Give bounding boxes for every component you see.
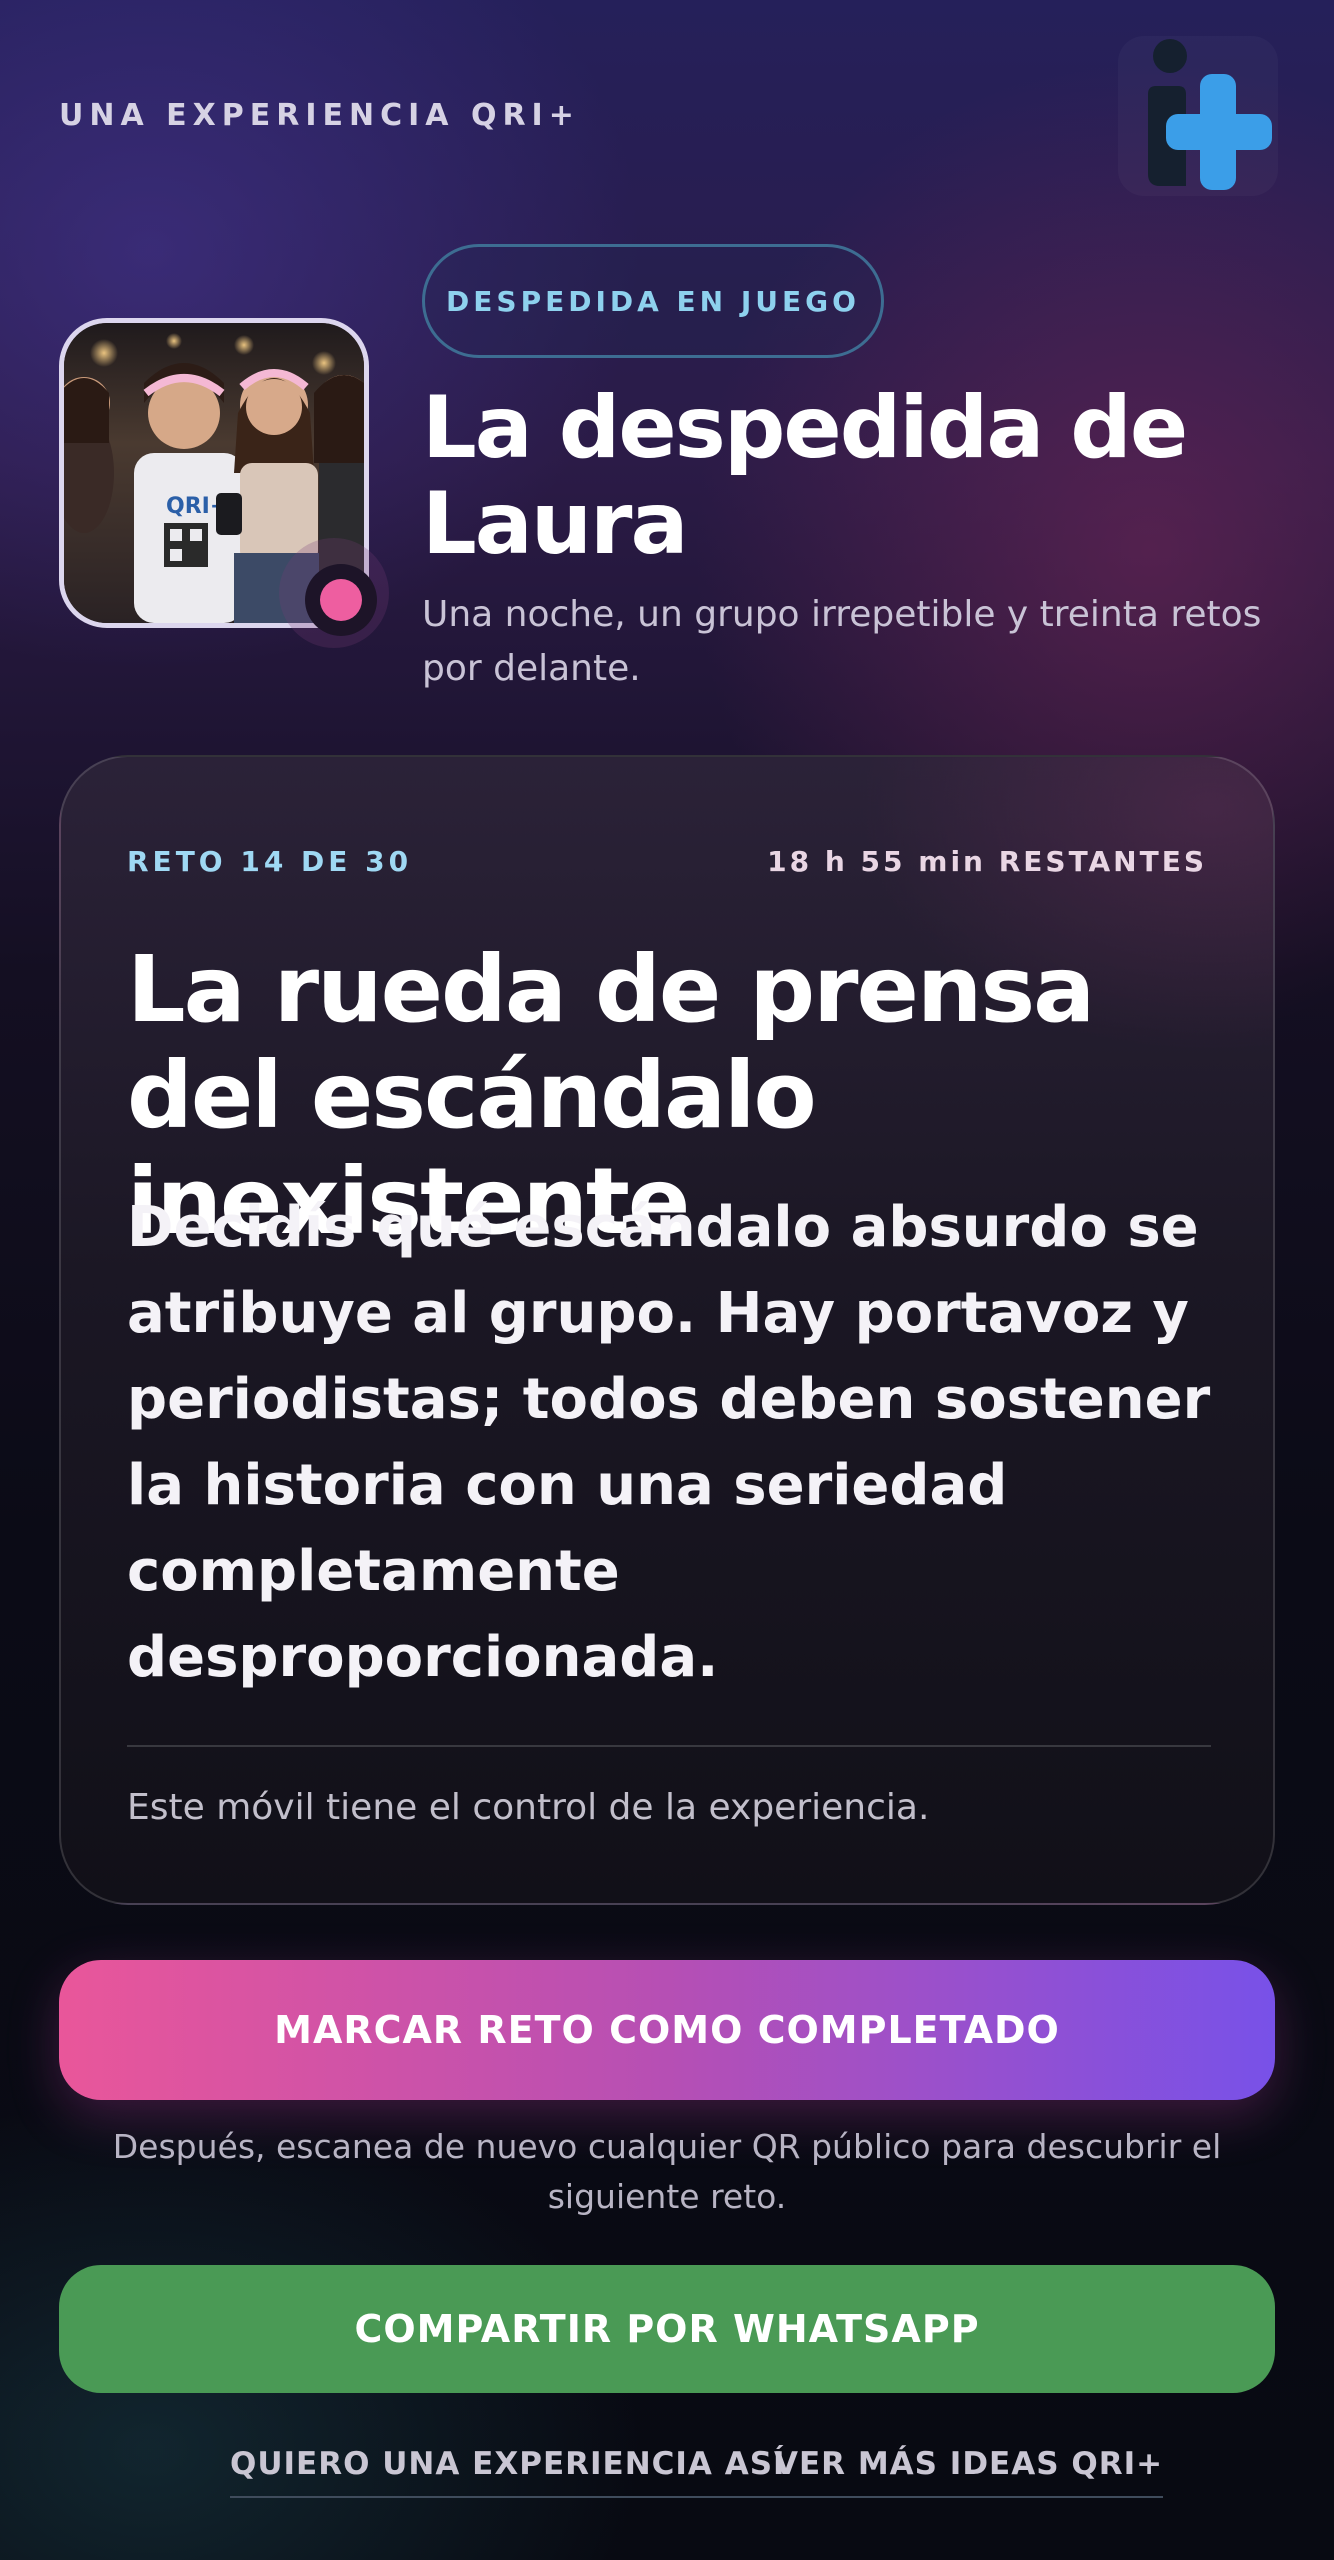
scan-hint: Después, escanea de nuevo cualquier QR p…	[112, 2127, 1222, 2216]
qri-plus-logo-icon	[1118, 36, 1278, 196]
event-subtitle: Una noche, un grupo irrepetible y treint…	[422, 594, 1262, 689]
card-divider	[127, 1745, 1211, 1747]
challenge-description: Decidís qué escándalo absurdo se atribuy…	[127, 1195, 1211, 1690]
more-ideas-link[interactable]: VER MÁS IDEAS QRI+	[774, 2446, 1164, 2498]
challenge-progress: RETO 14 DE 30	[127, 845, 413, 878]
challenge-card: RETO 14 DE 30 18 h 55 min RESTANTES La r…	[59, 755, 1275, 1905]
want-experience-link[interactable]: QUIERO UNA EXPERIENCIA ASÍ	[230, 2446, 786, 2498]
complete-challenge-button[interactable]: MARCAR RETO COMO COMPLETADO	[59, 1960, 1275, 2100]
share-whatsapp-button[interactable]: COMPARTIR POR WHATSAPP	[59, 2265, 1275, 2393]
challenge-time-remaining: 18 h 55 min RESTANTES	[767, 845, 1207, 878]
event-title: La despedida de Laura	[422, 378, 1188, 574]
brand-label: UNA EXPERIENCIA QRI+	[59, 98, 580, 133]
event-type-badge: DESPEDIDA EN JUEGO	[422, 244, 884, 358]
control-note: Este móvil tiene el control de la experi…	[127, 1787, 930, 1828]
live-indicator-dot	[320, 579, 362, 621]
event-photo-group: QRI+	[59, 318, 389, 648]
